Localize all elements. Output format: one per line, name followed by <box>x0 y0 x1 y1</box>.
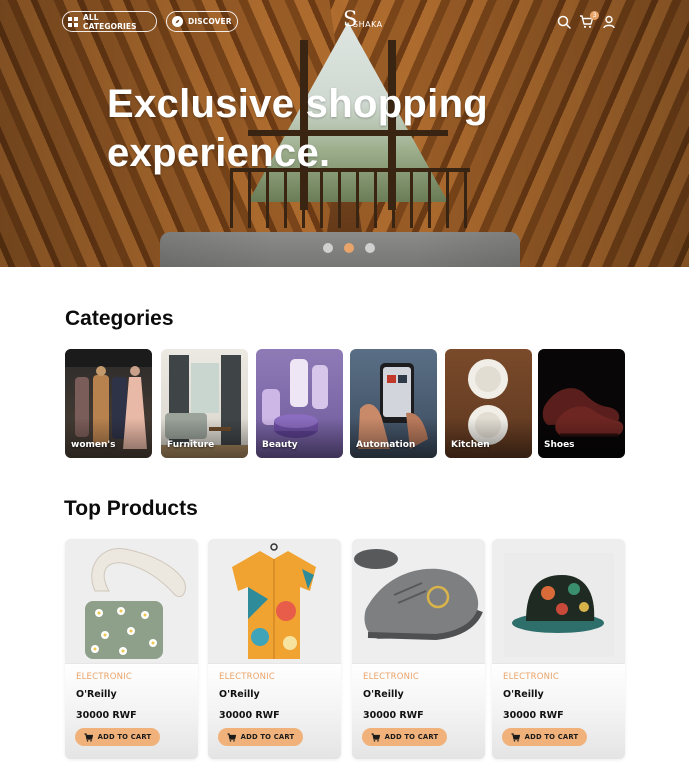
category-label: Beauty <box>262 440 298 450</box>
add-to-cart-label: ADD TO CART <box>524 733 579 741</box>
product-category: ELECTRONIC <box>219 672 276 682</box>
product-name[interactable]: O'Reilly <box>503 689 544 700</box>
product-info: ELECTRONIC O'Reilly 30000 RWF ADD TO CAR… <box>352 663 485 759</box>
product-card[interactable]: ELECTRONIC O'Reilly 30000 RWF ADD TO CAR… <box>208 539 341 759</box>
product-category: ELECTRONIC <box>76 672 133 682</box>
category-label: Furniture <box>167 440 215 450</box>
product-category: ELECTRONIC <box>503 672 560 682</box>
carousel-dot[interactable] <box>323 243 333 253</box>
product-image <box>352 539 485 663</box>
category-fade <box>445 418 532 458</box>
category-card-kitchen[interactable]: Kitchen <box>445 349 532 458</box>
top-products-heading: Top Products <box>64 497 198 520</box>
product-image <box>65 539 198 663</box>
category-fade <box>65 418 152 458</box>
cart-icon <box>227 732 236 742</box>
cart-icon <box>84 732 93 742</box>
search-icon[interactable] <box>557 14 573 30</box>
cart-icon <box>511 732 520 742</box>
add-to-cart-label: ADD TO CART <box>240 733 295 741</box>
category-card-beauty[interactable]: Beauty <box>256 349 343 458</box>
product-name[interactable]: O'Reilly <box>76 689 117 700</box>
product-category: ELECTRONIC <box>363 672 420 682</box>
category-label: Automation <box>356 440 416 450</box>
grid-icon <box>68 16 78 27</box>
category-label: women's <box>71 440 116 450</box>
category-card-shoes[interactable]: Shoes <box>538 349 625 458</box>
category-card-automation[interactable]: Automation <box>350 349 437 458</box>
product-info: ELECTRONIC O'Reilly 30000 RWF ADD TO CAR… <box>65 663 198 759</box>
hero-banner: ALL CATEGORIES DISCOVER S SHAKA 3 Exclus… <box>0 0 689 267</box>
add-to-cart-button[interactable]: ADD TO CART <box>75 728 160 746</box>
product-image <box>492 539 625 663</box>
add-to-cart-label: ADD TO CART <box>97 733 152 741</box>
add-to-cart-button[interactable]: ADD TO CART <box>362 728 447 746</box>
hero-title-line2: experience. <box>107 131 331 175</box>
carousel-dots <box>323 243 375 253</box>
product-info: ELECTRONIC O'Reilly 30000 RWF ADD TO CAR… <box>492 663 625 759</box>
product-card[interactable]: ELECTRONIC O'Reilly 30000 RWF ADD TO CAR… <box>352 539 485 759</box>
cart-count-badge: 3 <box>590 11 599 20</box>
all-categories-label: ALL CATEGORIES <box>83 12 137 31</box>
all-categories-button[interactable]: ALL CATEGORIES <box>62 11 157 32</box>
product-card[interactable]: ELECTRONIC O'Reilly 30000 RWF ADD TO CAR… <box>65 539 198 759</box>
hero-title: Exclusive shopping experience. <box>107 80 527 178</box>
category-fade <box>161 418 248 458</box>
product-name[interactable]: O'Reilly <box>363 689 404 700</box>
category-card-womens[interactable]: women's <box>65 349 152 458</box>
product-name[interactable]: O'Reilly <box>219 689 260 700</box>
logo-text: SHAKA <box>353 20 383 29</box>
user-icon[interactable] <box>602 14 618 30</box>
product-price: 30000 RWF <box>503 710 564 721</box>
add-to-cart-button[interactable]: ADD TO CART <box>218 728 303 746</box>
product-price: 30000 RWF <box>76 710 137 721</box>
brand-logo[interactable]: S SHAKA <box>343 8 399 34</box>
category-fade <box>256 418 343 458</box>
carousel-dot[interactable] <box>365 243 375 253</box>
add-to-cart-button[interactable]: ADD TO CART <box>502 728 587 746</box>
add-to-cart-label: ADD TO CART <box>384 733 439 741</box>
category-fade <box>538 418 625 458</box>
category-card-furniture[interactable]: Furniture <box>161 349 248 458</box>
product-image <box>208 539 341 663</box>
cart-icon <box>371 732 380 742</box>
discover-button[interactable]: DISCOVER <box>166 11 238 32</box>
hero-title-line1: Exclusive shopping <box>107 82 489 126</box>
category-fade <box>350 418 437 458</box>
product-info: ELECTRONIC O'Reilly 30000 RWF ADD TO CAR… <box>208 663 341 759</box>
category-label: Shoes <box>544 440 575 450</box>
category-label: Kitchen <box>451 440 490 450</box>
carousel-dot-active[interactable] <box>344 243 354 253</box>
product-price: 30000 RWF <box>363 710 424 721</box>
categories-heading: Categories <box>65 307 174 330</box>
compass-icon <box>172 16 183 27</box>
discover-label: DISCOVER <box>188 17 232 26</box>
product-card[interactable]: ELECTRONIC O'Reilly 30000 RWF ADD TO CAR… <box>492 539 625 759</box>
product-price: 30000 RWF <box>219 710 280 721</box>
